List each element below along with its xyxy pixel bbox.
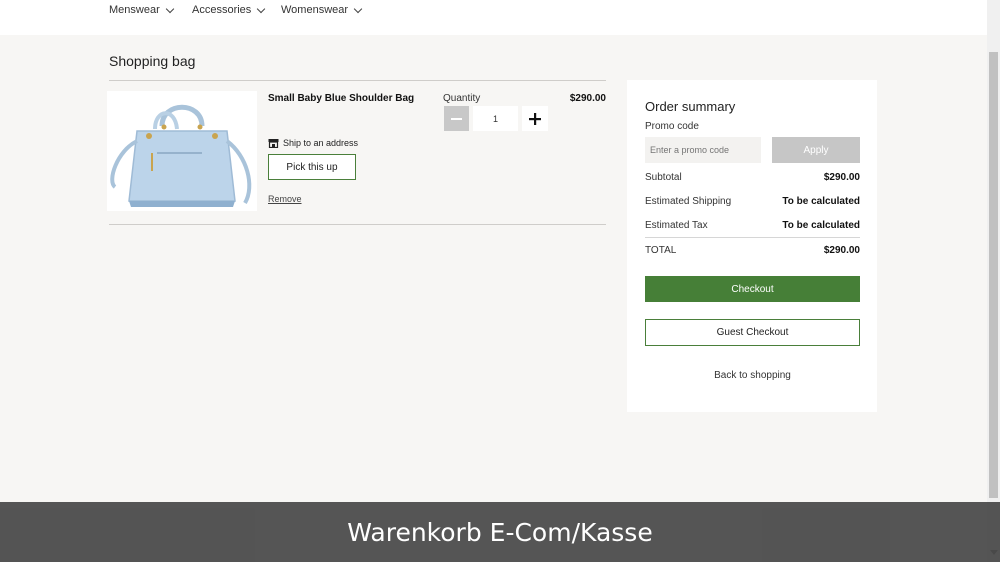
subtotal-value: $290.00 bbox=[823, 172, 860, 183]
item-price: $290.00 bbox=[569, 93, 606, 104]
nav-menswear[interactable]: Menswear bbox=[109, 4, 174, 16]
decrease-quantity-button[interactable] bbox=[444, 106, 469, 131]
promo-code-label: Promo code bbox=[645, 121, 699, 132]
tax-row: Estimated Tax To be calculated bbox=[645, 220, 860, 231]
pick-this-up-button[interactable]: Pick this up bbox=[268, 154, 356, 180]
shipping-label: Estimated Shipping bbox=[645, 196, 732, 207]
plus-icon bbox=[529, 112, 541, 125]
total-row: TOTAL $290.00 bbox=[645, 245, 860, 256]
nav-label: Menswear bbox=[109, 4, 160, 16]
remove-link[interactable]: Remove bbox=[268, 194, 302, 204]
chevron-down-icon bbox=[165, 4, 174, 13]
subtotal-label: Subtotal bbox=[645, 172, 682, 183]
divider bbox=[109, 80, 606, 81]
order-summary-panel: Order summary Promo code Apply Subtotal … bbox=[627, 80, 877, 412]
caption-banner: Warenkorb E-Com/Kasse bbox=[0, 502, 1000, 562]
nav-label: Accessories bbox=[192, 4, 252, 16]
chevron-down-icon bbox=[257, 4, 266, 13]
promo-code-input[interactable] bbox=[645, 137, 761, 163]
checkout-button[interactable]: Checkout bbox=[645, 276, 860, 302]
order-summary-title: Order summary bbox=[645, 99, 736, 114]
scrollbar-thumb[interactable] bbox=[989, 52, 998, 498]
subtotal-row: Subtotal $290.00 bbox=[645, 172, 860, 183]
minus-icon bbox=[451, 117, 462, 120]
ship-to-address-option[interactable]: Ship to an address bbox=[268, 138, 358, 148]
product-image[interactable] bbox=[107, 91, 257, 211]
tax-label: Estimated Tax bbox=[645, 220, 708, 231]
quantity-label: Quantity bbox=[443, 93, 481, 104]
back-to-shopping-link[interactable]: Back to shopping bbox=[645, 370, 860, 381]
nav-accessories[interactable]: Accessories bbox=[192, 4, 266, 16]
apply-button[interactable]: Apply bbox=[772, 137, 860, 163]
ship-label: Ship to an address bbox=[283, 138, 359, 148]
tax-value: To be calculated bbox=[782, 220, 860, 231]
product-name[interactable]: Small Baby Blue Shoulder Bag bbox=[268, 93, 414, 104]
nav-label: Womenswear bbox=[281, 4, 349, 16]
handbag-icon bbox=[110, 104, 252, 207]
total-value: $290.00 bbox=[823, 245, 860, 256]
chevron-down-icon bbox=[353, 4, 363, 13]
guest-checkout-button[interactable]: Guest Checkout bbox=[645, 319, 860, 346]
page-title: Shopping bag bbox=[109, 53, 196, 69]
vertical-scrollbar[interactable] bbox=[987, 0, 1000, 562]
store-icon bbox=[268, 139, 279, 148]
total-label: TOTAL bbox=[645, 245, 677, 256]
top-navigation: Menswear Accessories Womenswear bbox=[0, 0, 987, 35]
quantity-input[interactable]: 1 bbox=[473, 106, 518, 131]
nav-womenswear[interactable]: Womenswear bbox=[281, 4, 363, 16]
divider bbox=[109, 224, 606, 225]
shipping-row: Estimated Shipping To be calculated bbox=[645, 196, 860, 207]
caption-text: Warenkorb E-Com/Kasse bbox=[347, 517, 653, 547]
shipping-value: To be calculated bbox=[782, 196, 860, 207]
divider bbox=[645, 237, 860, 238]
increase-quantity-button[interactable] bbox=[522, 106, 548, 131]
